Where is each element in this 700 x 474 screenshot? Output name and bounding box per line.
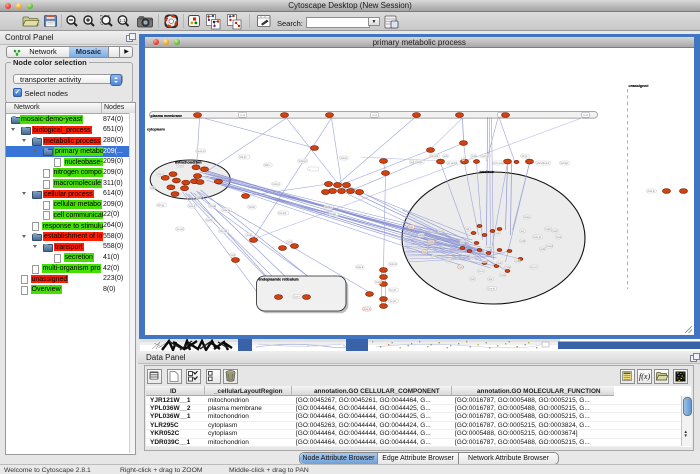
svg-text:Gdw: Gdw (471, 155, 476, 158)
svg-text:Gc-jrb: Gc-jrb (329, 213, 336, 216)
svg-text:Glk-rjk: Glk-rjk (239, 156, 247, 159)
svg-text:Gdm-jd: Gdm-jd (298, 160, 307, 163)
svg-text:Gde-b: Gde-b (188, 205, 195, 208)
svg-text:Gdrd: Gdrd (375, 281, 381, 284)
svg-text:plasma membrane: plasma membrane (150, 114, 182, 118)
svg-text:endoplasmic reticulum: endoplasmic reticulum (258, 277, 299, 281)
svg-text:Gstnd: Gstnd (340, 157, 347, 160)
svg-text:Gwrsjd: Gwrsjd (560, 162, 568, 165)
svg-text:Gcb: Gcb (497, 262, 502, 265)
svg-text:Gwd: Gwd (482, 260, 488, 263)
svg-text:Gder: Gder (524, 216, 530, 219)
svg-text:[2-4]: [2-4] (372, 115, 377, 117)
svg-text:wbrxdbcsnd: wbrxdbcsnd (536, 162, 549, 165)
svg-text:Gbd: Gbd (230, 254, 235, 257)
svg-text:Gb-wjd: Gb-wjd (430, 155, 438, 158)
svg-text:Gc-rd: Gc-rd (530, 266, 537, 269)
svg-text:Gcwd: Gcwd (546, 245, 553, 248)
svg-text:Gbrjd: Gbrjd (416, 161, 423, 164)
svg-text:Gne-b: Gne-b (363, 308, 370, 311)
svg-text:Gjd: Gjd (488, 278, 492, 281)
svg-text:Gdb: Gdb (196, 196, 201, 199)
svg-text:Gwjd: Gwjd (412, 246, 418, 249)
svg-text:Gnrd: Gnrd (177, 165, 183, 168)
svg-text:Gc-wd: Gc-wd (176, 228, 184, 231)
svg-text:Gc-jrd: Gc-jrd (389, 289, 396, 292)
svg-text:Gcwd: Gcwd (418, 234, 425, 237)
svg-text:Gc-b: Gc-b (478, 270, 484, 273)
svg-text:Gmde: Gmde (209, 205, 216, 208)
svg-text:Gr-wcrtjd: Gr-wcrtjd (447, 162, 457, 165)
svg-text:Gjd: Gjd (150, 187, 154, 190)
svg-text:Gcb: Gcb (422, 251, 427, 254)
svg-text:Gcw: Gcw (556, 236, 561, 239)
svg-text:Gdjb: Gdjb (428, 241, 434, 244)
svg-text:Gcd: Gcd (438, 230, 443, 233)
svg-text:Gdw: Gdw (432, 255, 437, 258)
svg-text:[4-4]: [4-4] (583, 115, 588, 117)
svg-text:Gjd: Gjd (465, 228, 469, 231)
svg-text:Gwd: Gwd (458, 266, 464, 269)
svg-text:Gstrd: Gstrd (206, 219, 213, 222)
svg-text:Gne-t: Gne-t (293, 296, 299, 299)
svg-text:Gc-jrd: Gc-jrd (389, 300, 396, 303)
svg-text:Gdm-b: Gdm-b (389, 263, 397, 266)
svg-text:w: w (462, 158, 464, 161)
svg-text:Gdm-b: Gdm-b (272, 183, 280, 186)
svg-text:Gne-rd: Gne-rd (487, 288, 495, 291)
svg-text:Gdw: Gdw (515, 260, 520, 263)
svg-text:f(x): f(x) (639, 372, 650, 381)
svg-text:Gde-jd: Gde-jd (533, 236, 541, 239)
svg-text:unassigned: unassigned (628, 84, 648, 88)
svg-text:Gdjb: Gdjb (486, 246, 492, 249)
svg-text:Gjrd: Gjrd (408, 226, 413, 229)
svg-text:[1-4]: [1-4] (240, 115, 245, 117)
svg-text:Gcd: Gcd (287, 241, 292, 244)
svg-text:wmc-wcd: wmc-wcd (493, 162, 504, 165)
svg-text:Gcb: Gcb (470, 278, 475, 281)
svg-text:Gdjd: Gdjd (545, 228, 551, 231)
svg-text:Gb-jb: Gb-jb (521, 155, 528, 158)
svg-text:Gcw: Gcw (460, 241, 465, 244)
svg-text:Gnd: Gnd (246, 234, 251, 237)
svg-text:Gbr-jg: Gbr-jg (157, 204, 164, 207)
svg-text:Gcb: Gcb (446, 260, 451, 263)
svg-text:Gcb: Gcb (443, 155, 448, 158)
svg-text:cytoplasm: cytoplasm (147, 128, 165, 132)
svg-text:Gde-jb: Gde-jb (647, 190, 655, 193)
svg-text:Gdb: Gdb (540, 248, 545, 251)
svg-text:Gdw: Gdw (500, 274, 505, 277)
svg-text:Gw: Gw (410, 161, 414, 164)
svg-text:Gfr-GB: Gfr-GB (219, 230, 227, 233)
svg-text:Gdm-jb: Gdm-jb (481, 155, 490, 158)
svg-text:Gcj: Gcj (520, 230, 524, 233)
svg-text:Gdb: Gdb (520, 240, 525, 243)
svg-text:Gde-b: Gde-b (356, 266, 363, 269)
svg-text:Gcb: Gcb (495, 232, 500, 235)
svg-text:Gnrstd: Gnrstd (324, 206, 332, 209)
svg-text:Gcd: Gcd (470, 256, 475, 259)
svg-text:Gde-rg: Gde-rg (222, 209, 230, 212)
svg-text:Gdw: Gdw (505, 266, 510, 269)
svg-text:nucleus: nucleus (479, 170, 493, 174)
svg-text:1:1: 1:1 (119, 18, 126, 23)
svg-text:CG-jrdj: CG-jrdj (278, 212, 286, 215)
svg-text:Gcjd: Gcjd (157, 173, 163, 176)
svg-text:Gdjd: Gdjd (552, 230, 558, 233)
svg-text:Wbr-t: Wbr-t (264, 164, 270, 167)
svg-text:Gene-A: Gene-A (196, 150, 205, 153)
svg-text:Gbkrd: Gbkrd (248, 206, 255, 209)
